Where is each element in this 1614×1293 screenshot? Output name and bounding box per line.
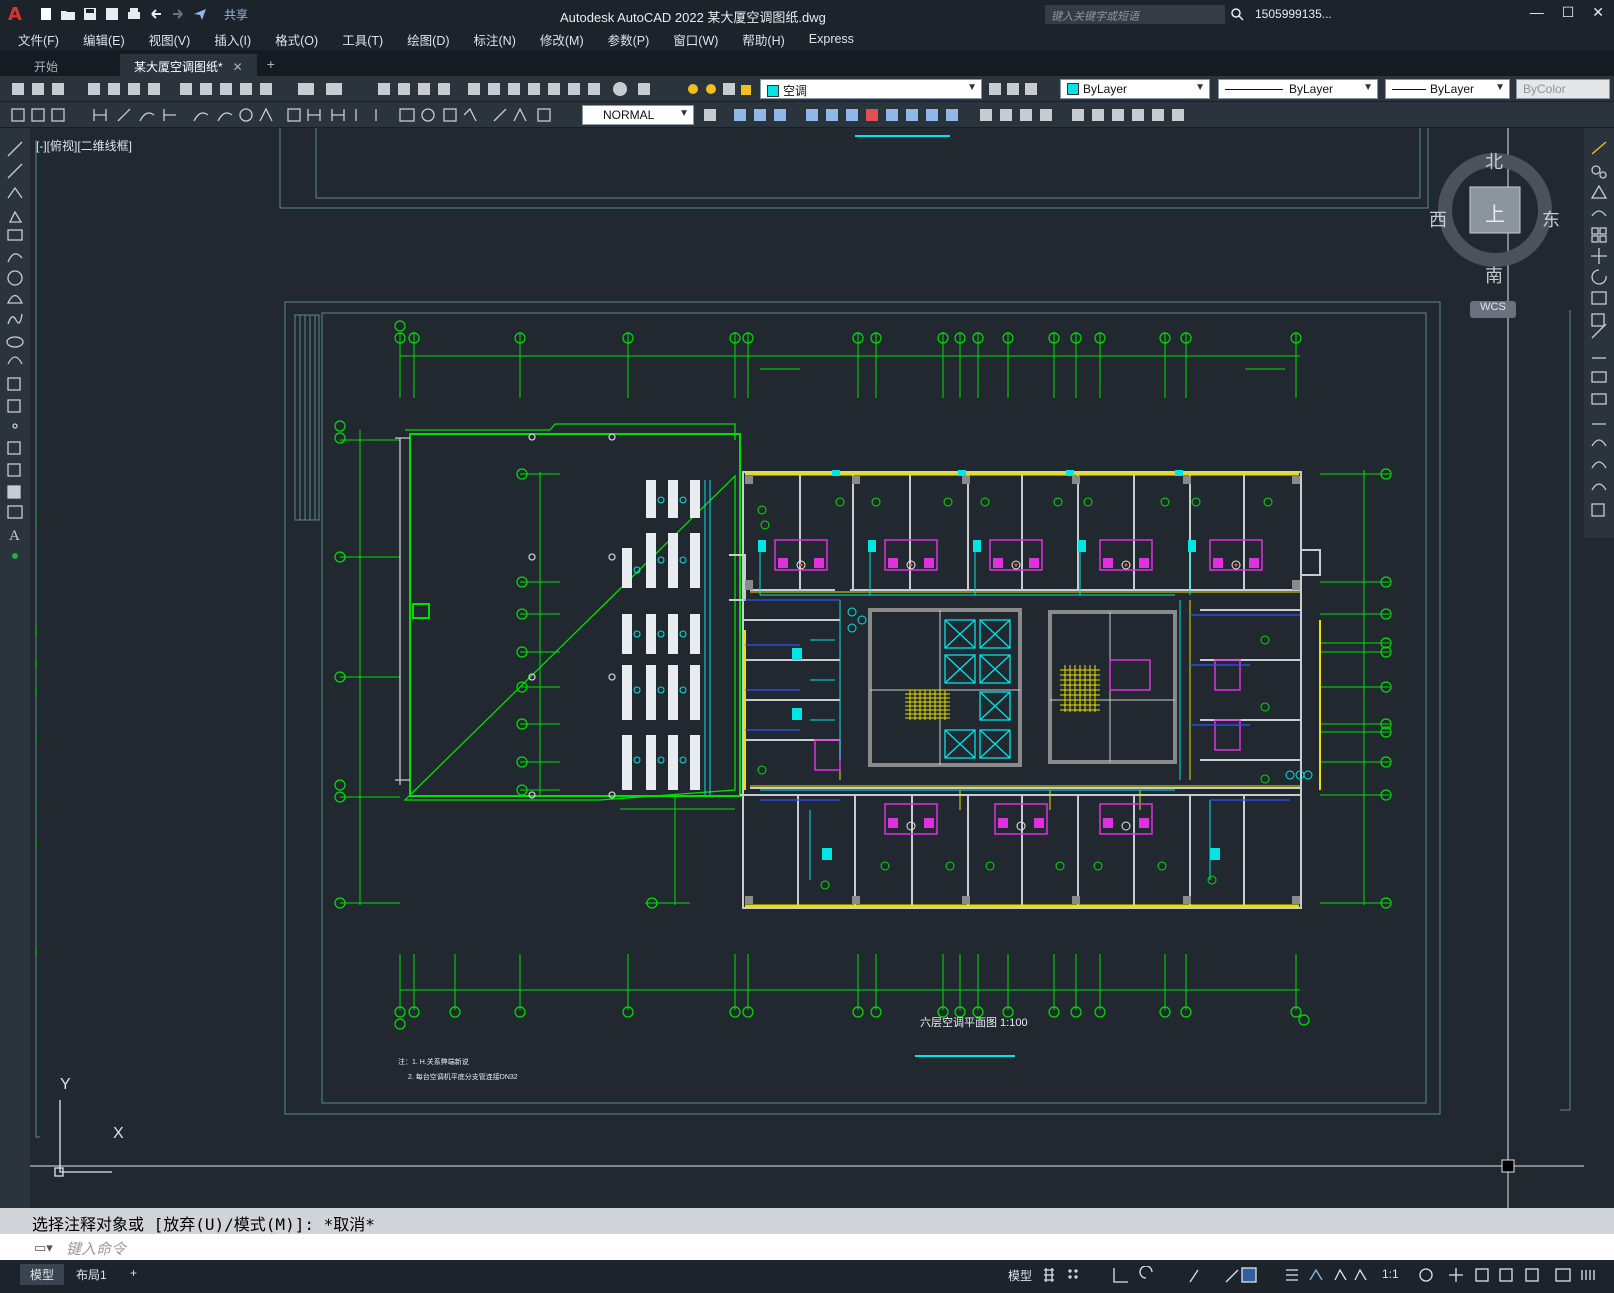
menu-insert[interactable]: 插入(I)	[214, 30, 251, 49]
linetype-dropdown[interactable]: ByLayer ▼	[1218, 79, 1378, 99]
standard-toolbar-icons[interactable]	[8, 80, 658, 98]
status-tools-icons[interactable]	[1416, 1266, 1606, 1286]
redo-icon[interactable]	[170, 6, 186, 22]
modify-toolbar-icons[interactable]	[700, 106, 1200, 124]
menu-window[interactable]: 窗口(W)	[673, 30, 718, 49]
plan-title: 六层空调平面图 1:100	[920, 1017, 1028, 1029]
open-folder-icon[interactable]	[60, 6, 76, 22]
close-icon[interactable]: ✕	[1592, 4, 1604, 21]
tab-drawing[interactable]: 某大厦空调图纸* ✕	[120, 54, 257, 76]
chevron-down-icon: ▼	[967, 82, 977, 93]
share-icon[interactable]	[192, 6, 208, 22]
toolbar-row-2: NORMAL ▼	[0, 102, 1614, 128]
ucs-y-label: Y	[60, 1076, 71, 1093]
dimension-toolbar-icons[interactable]	[8, 106, 578, 124]
color-dropdown[interactable]: ByLayer ▼	[1060, 79, 1210, 99]
new-tab-icon[interactable]: +	[257, 52, 285, 76]
menu-file[interactable]: 文件(F)	[18, 30, 59, 49]
layer-color-swatch	[767, 85, 779, 97]
toolbar-row-1: 空调 ▼ ByLayer ▼ ByLayer ▼ ByLayer ▼ ByColor	[0, 76, 1614, 102]
compass-west[interactable]: 西	[1429, 206, 1447, 232]
save-as-icon[interactable]	[104, 6, 120, 22]
modify-tool-palette	[1584, 128, 1614, 538]
color-swatch	[1067, 83, 1079, 95]
plotstyle-dropdown[interactable]: ByColor	[1516, 79, 1610, 99]
drawing-viewport[interactable]	[30, 128, 1584, 1208]
viewcube-top-face[interactable]: 上	[1485, 198, 1505, 227]
quick-access-toolbar: 共享	[38, 6, 248, 23]
window-title: Autodesk AutoCAD 2022 某大厦空调图纸.dwg	[560, 10, 826, 25]
layer-dropdown[interactable]: 空调 ▼	[760, 79, 982, 99]
window-controls: — ☐ ✕	[1530, 4, 1604, 21]
menu-modify[interactable]: 修改(M)	[540, 30, 584, 49]
menu-bar: 文件(F) 编辑(E) 视图(V) 插入(I) 格式(O) 工具(T) 绘图(D…	[0, 28, 1614, 50]
lineweight-dropdown[interactable]: ByLayer ▼	[1385, 79, 1510, 99]
draw-tool-palette: A	[0, 128, 30, 1208]
chevron-down-icon: ▼	[679, 108, 689, 119]
svg-text:A: A	[9, 528, 20, 544]
command-prompt-icon[interactable]: ▭▾	[34, 1240, 53, 1256]
ucs-x-label: X	[113, 1125, 124, 1142]
drafting-toggle-icons[interactable]	[1040, 1266, 1380, 1286]
file-tab-bar: 开始 某大厦空调图纸* ✕ +	[0, 50, 1614, 76]
annotation-scale[interactable]: 1:1	[1382, 1267, 1399, 1281]
share-label[interactable]: 共享	[224, 6, 248, 23]
chevron-down-icon: ▼	[1195, 82, 1205, 93]
menu-dimension[interactable]: 标注(N)	[474, 30, 516, 49]
add-layout-icon[interactable]: +	[120, 1264, 147, 1282]
viewcube[interactable]: 北 南 西 东 上	[1429, 148, 1560, 286]
plot-icon[interactable]	[126, 6, 142, 22]
layer-tools-icons[interactable]	[985, 80, 1045, 98]
note-line-2: 2. 每台空调机平底分支管连接DN32	[408, 1074, 518, 1081]
minimize-icon[interactable]: —	[1530, 4, 1544, 21]
draw-tool-icons[interactable]: A	[0, 128, 30, 588]
compass-south[interactable]: 南	[1485, 262, 1503, 288]
command-input[interactable]: 键入命令	[0, 1234, 1614, 1260]
search-icon[interactable]	[1230, 7, 1244, 21]
modify-tool-icons[interactable]	[1584, 128, 1614, 528]
menu-help[interactable]: 帮助(H)	[742, 30, 784, 49]
new-file-icon[interactable]	[38, 6, 54, 22]
dimstyle-dropdown[interactable]: NORMAL ▼	[582, 105, 694, 125]
menu-edit[interactable]: 编辑(E)	[83, 30, 125, 49]
layer-state-icons[interactable]	[685, 80, 755, 98]
layout-tab-model[interactable]: 模型	[20, 1264, 65, 1285]
compass-east[interactable]: 东	[1542, 206, 1560, 232]
menu-parameter[interactable]: 参数(P)	[608, 30, 650, 49]
floor-plan-drawing[interactable]	[30, 128, 1584, 1208]
menu-view[interactable]: 视图(V)	[149, 30, 191, 49]
lineweight-sample	[1392, 89, 1426, 90]
chevron-down-icon: ▼	[1495, 82, 1505, 93]
menu-tools[interactable]: 工具(T)	[342, 30, 383, 49]
undo-icon[interactable]	[148, 6, 164, 22]
layout-tab-1[interactable]: 布局1	[66, 1264, 117, 1285]
viewport-controls-label[interactable]: [-][俯视][二维线框]	[36, 137, 132, 154]
save-icon[interactable]	[82, 6, 98, 22]
linetype-sample	[1225, 89, 1283, 90]
menu-format[interactable]: 格式(O)	[275, 30, 318, 49]
tab-close-icon[interactable]: ✕	[233, 60, 243, 74]
menu-express[interactable]: Express	[809, 32, 854, 46]
title-bar: A 共享 Autodesk AutoCAD 2022 某大厦空调图纸.dwg 键…	[0, 0, 1614, 28]
chevron-down-icon: ▼	[1363, 82, 1373, 93]
menu-draw[interactable]: 绘图(D)	[407, 30, 449, 49]
user-account[interactable]: 1505999135...	[1255, 7, 1332, 21]
command-history: 选择注释对象或 [放弃(U)/模式(M)]: *取消*	[0, 1208, 1614, 1234]
model-space-toggle[interactable]: 模型	[1008, 1267, 1032, 1284]
maximize-icon[interactable]: ☐	[1562, 4, 1575, 21]
search-input[interactable]: 键入关键字或短语	[1045, 5, 1225, 24]
compass-north[interactable]: 北	[1485, 148, 1503, 174]
autocad-logo-icon[interactable]: A	[8, 4, 22, 25]
tab-start[interactable]: 开始	[20, 54, 120, 76]
note-line-1: 注：1. H.关系弊端新说	[398, 1059, 469, 1066]
wcs-menu[interactable]: WCS	[1470, 301, 1516, 318]
